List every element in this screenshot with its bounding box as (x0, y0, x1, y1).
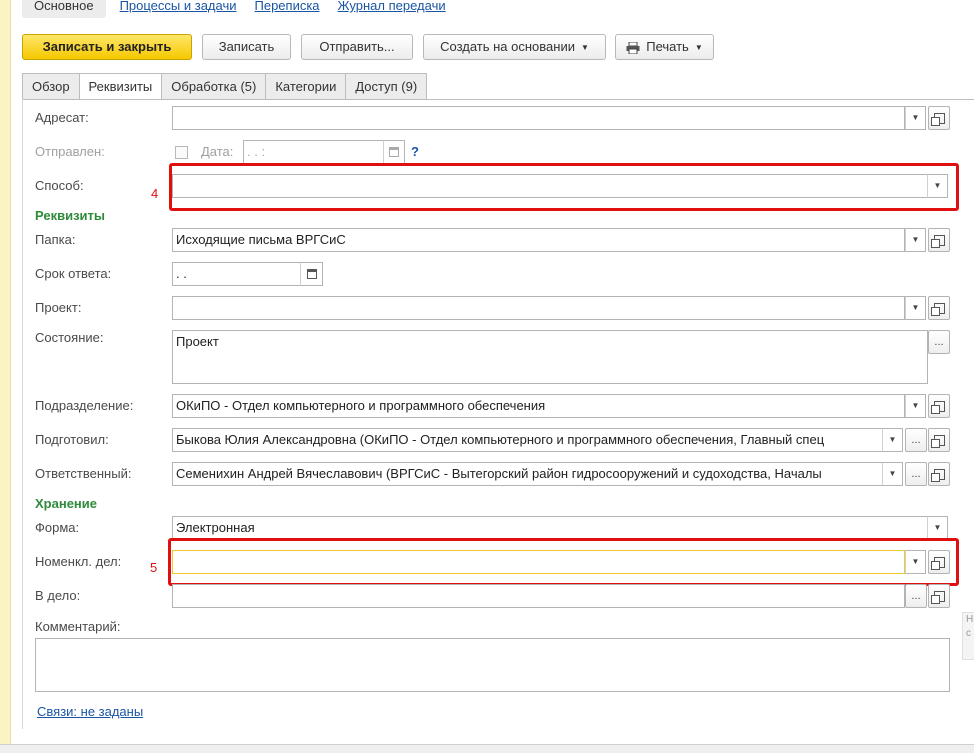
state-label: Состояние: (35, 330, 104, 345)
sent-label: Отправлен: (35, 144, 105, 159)
section-requisites: Реквизиты (35, 208, 105, 223)
send-button[interactable]: Отправить... (301, 34, 413, 60)
open-form-icon[interactable] (928, 394, 950, 418)
chevron-down-icon[interactable]: ▼ (905, 228, 926, 252)
due-date-input[interactable]: . . (172, 262, 301, 286)
prepared-input[interactable]: Быкова Юлия Александровна (ОКиПО - Отдел… (172, 428, 883, 452)
department-label: Подразделение: (35, 398, 134, 413)
tab-access[interactable]: Доступ (9) (345, 73, 428, 99)
form-type-input[interactable]: Электронная (172, 516, 928, 540)
nav-main[interactable]: Основное (22, 0, 106, 18)
open-form-icon[interactable] (928, 228, 950, 252)
left-strip (0, 0, 11, 752)
prepared-label: Подготовил: (35, 432, 109, 447)
case-input[interactable] (172, 584, 905, 608)
tab-bar: Обзор Реквизиты Обработка (5) Категории … (22, 73, 428, 100)
calendar-icon[interactable] (383, 140, 405, 164)
responsible-label: Ответственный: (35, 466, 132, 481)
highlight-box-5 (168, 538, 959, 586)
chevron-down-icon[interactable]: ▼ (905, 106, 926, 130)
folder-input[interactable]: Исходящие письма ВРГСиС (172, 228, 905, 252)
panel-border (22, 99, 23, 729)
open-form-icon[interactable] (928, 296, 950, 320)
create-based-on-label: Создать на основании (440, 39, 575, 54)
nomenclature-label: Номенкл. дел: (35, 554, 122, 569)
state-input[interactable]: Проект (172, 330, 928, 384)
nav-transfer-log[interactable]: Журнал передачи (334, 0, 450, 12)
annotation-5: 5 (150, 560, 158, 575)
chevron-down-icon[interactable]: ▼ (882, 428, 903, 452)
chevron-down-icon: ▼ (580, 42, 589, 52)
comment-label: Комментарий: (35, 619, 121, 634)
create-based-on-button[interactable]: Создать на основании ▼ (423, 34, 606, 60)
department-input[interactable]: ОКиПО - Отдел компьютерного и программно… (172, 394, 905, 418)
top-nav: Основное Процессы и задачи Переписка Жур… (22, 0, 450, 18)
project-input[interactable] (172, 296, 905, 320)
project-label: Проект: (35, 300, 82, 315)
chevron-down-icon[interactable]: ▼ (882, 462, 903, 486)
section-storage: Хранение (35, 496, 97, 511)
case-label: В дело: (35, 588, 81, 603)
save-and-close-button[interactable]: Записать и закрыть (22, 34, 192, 60)
chevron-down-icon: ▼ (694, 42, 703, 52)
nav-processes[interactable]: Процессы и задачи (116, 0, 241, 12)
chevron-down-icon[interactable]: ▼ (927, 516, 948, 540)
tab-overview[interactable]: Обзор (22, 73, 80, 99)
tab-divider (22, 99, 974, 100)
form-type-label: Форма: (35, 520, 80, 535)
addressee-input[interactable] (172, 106, 905, 130)
help-icon[interactable]: ? (411, 144, 419, 159)
tab-requisites[interactable]: Реквизиты (78, 73, 163, 100)
more-button[interactable]: ... (905, 462, 927, 486)
links-link[interactable]: Связи: не заданы (37, 702, 143, 722)
more-button[interactable]: ... (928, 330, 950, 354)
calendar-icon[interactable] (300, 262, 323, 286)
open-form-icon[interactable] (928, 106, 950, 130)
chevron-down-icon[interactable]: ▼ (905, 394, 926, 418)
comment-textarea[interactable] (35, 638, 950, 692)
sent-date-input[interactable]: . . : (243, 140, 384, 164)
method-label: Способ: (35, 178, 84, 193)
folder-label: Папка: (35, 232, 76, 247)
annotation-4: 4 (151, 186, 159, 201)
more-button[interactable]: ... (905, 584, 927, 608)
printer-icon (626, 41, 640, 54)
due-label: Срок ответа: (35, 266, 112, 281)
more-button[interactable]: ... (905, 428, 927, 452)
highlight-box-4 (169, 163, 959, 211)
tab-categories[interactable]: Категории (265, 73, 347, 99)
nav-correspondence[interactable]: Переписка (251, 0, 324, 12)
date-label: Дата: (201, 144, 234, 159)
open-form-icon[interactable] (928, 584, 950, 608)
sent-checkbox[interactable] (175, 146, 188, 159)
chevron-down-icon[interactable]: ▼ (905, 296, 926, 320)
addressee-label: Адресат: (35, 110, 89, 125)
open-form-icon[interactable] (928, 462, 950, 486)
save-button[interactable]: Записать (202, 34, 291, 60)
print-label: Печать (646, 39, 689, 54)
responsible-input[interactable]: Семенихин Андрей Вячеславович (ВРГСиС - … (172, 462, 883, 486)
right-edge-panel: Н с (962, 612, 974, 660)
open-form-icon[interactable] (928, 428, 950, 452)
print-button[interactable]: Печать ▼ (615, 34, 714, 60)
tab-processing[interactable]: Обработка (5) (161, 73, 267, 99)
